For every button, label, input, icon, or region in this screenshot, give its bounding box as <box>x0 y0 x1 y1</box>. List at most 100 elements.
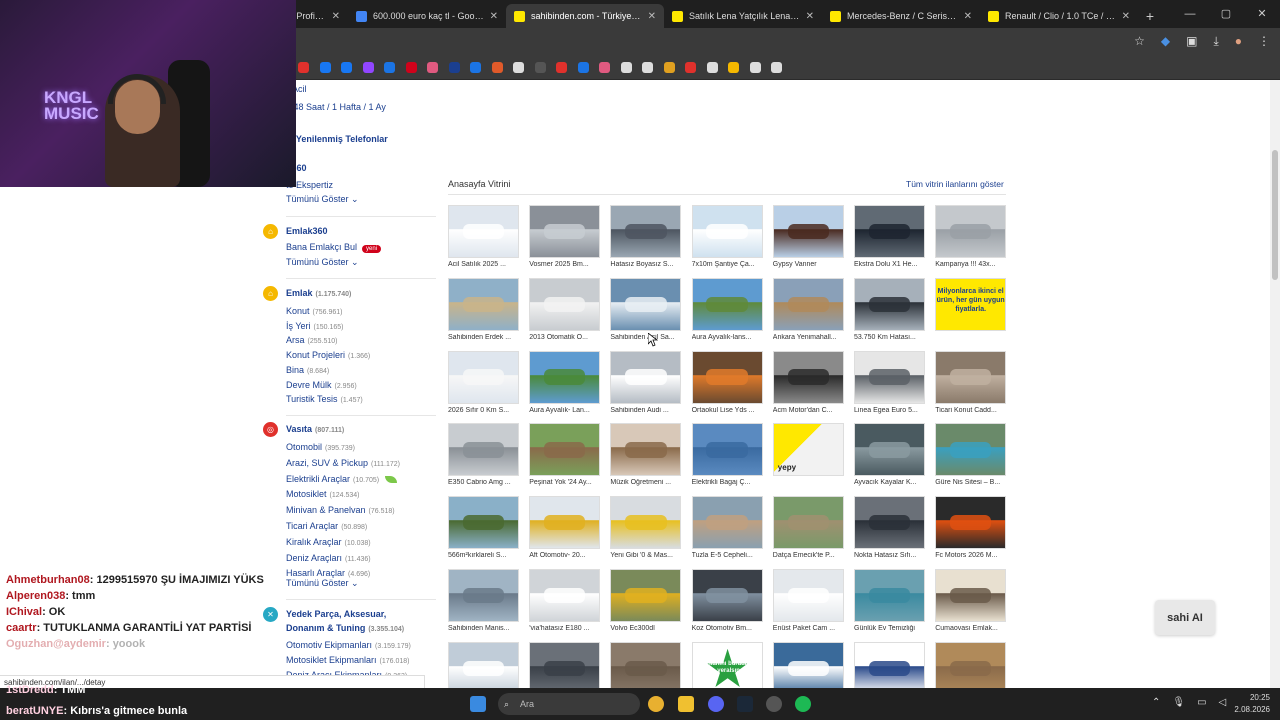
showcase-listing[interactable]: Fc Motors 2026 M... <box>935 496 1007 562</box>
listing-title[interactable]: Linea Egea Euro 5... <box>854 407 925 414</box>
close-tab-icon[interactable]: ✕ <box>648 11 656 22</box>
listing-title[interactable]: Aura Ayvalık- Lan... <box>529 407 600 414</box>
listing-title[interactable]: Ayvacık Kayalar K... <box>854 479 925 486</box>
showcase-listing[interactable]: Hatasız Boyasız S... <box>610 205 682 271</box>
page-scrollbar[interactable] <box>1270 80 1280 688</box>
bookmark-favicon-icon[interactable] <box>362 62 374 73</box>
volume-icon[interactable]: ◁ <box>1219 697 1227 708</box>
bookmark-favicon-icon[interactable] <box>599 62 610 73</box>
sidebar-subcategory[interactable]: Hasarlı Araçlar (4.696) <box>286 568 370 578</box>
close-tab-icon[interactable]: ✕ <box>964 11 972 22</box>
showcase-listing[interactable]: Yeni Gibi '0 & Mas... <box>610 496 682 562</box>
new-tab-button[interactable]: + <box>1138 8 1162 24</box>
bookmark-favicon-icon[interactable] <box>534 62 546 73</box>
listing-title[interactable]: 53.750 Km Hatası... <box>854 334 925 341</box>
showcase-listing[interactable]: Ankara Yenimahall... <box>772 277 844 344</box>
showcase-listing[interactable]: Tuzla E-5 Cepheli... <box>691 496 763 562</box>
listing-title[interactable]: Acil Satılık 2025 ... <box>448 261 519 268</box>
sidebar-subcategory[interactable]: Kiralık Araçlar (10.038) <box>286 537 371 547</box>
showcase-listing[interactable] <box>610 641 682 688</box>
listing-title[interactable]: Datça Emecik'te P... <box>773 552 844 559</box>
close-tab-icon[interactable]: ✕ <box>490 11 498 22</box>
listing-title[interactable]: 'via'hatasız E180 ... <box>529 625 600 632</box>
sidebar-subcategory[interactable]: Arsa (255.510) <box>286 335 337 345</box>
listing-title[interactable]: Elektrikli Bagaj Ç... <box>692 479 763 486</box>
showcase-listing[interactable]: Datça Emecik'te P... <box>772 496 844 562</box>
showcase-listing[interactable]: Elektrikli Bagaj Ç... <box>691 423 763 489</box>
bookmark-favicon-icon[interactable] <box>341 62 352 73</box>
network-icon[interactable]: ▭ <box>1197 697 1206 708</box>
listing-title[interactable]: Güre Nis Sitesi – B... <box>935 479 1006 486</box>
listing-title[interactable]: Acm Motor'dan C... <box>773 407 844 414</box>
bookmark-favicon-icon[interactable] <box>685 62 696 73</box>
showcase-listing[interactable]: E350 Cabrio Amg ... <box>448 423 519 489</box>
bookmark-favicon-icon[interactable] <box>642 62 653 73</box>
showcase-listing[interactable]: Aura Ayvalık-lans... <box>691 277 763 344</box>
showcase-all-link[interactable]: Tüm vitrin ilanlarını göster <box>906 179 1004 189</box>
bookmark-favicon-icon[interactable] <box>620 62 632 73</box>
bookmark-favicon-icon[interactable] <box>513 62 524 73</box>
sahi-ai-button[interactable]: sahi AI <box>1155 600 1215 635</box>
bookmark-favicon-icon[interactable] <box>577 62 589 73</box>
listing-title[interactable]: Sahibinden Erdek ... <box>448 334 519 341</box>
clock[interactable]: 20:25 2.08.2026 <box>1234 692 1270 716</box>
sidebar-subcategory[interactable]: Ticari Araçlar (50.898) <box>286 521 367 531</box>
extension-icon[interactable]: ◆ <box>1161 34 1170 49</box>
close-tab-icon[interactable]: ✕ <box>332 11 340 22</box>
bookmark-favicon-icon[interactable] <box>728 62 739 73</box>
listing-title[interactable]: 566m²kırklareli S... <box>448 552 519 559</box>
showcase-listing[interactable]: Ortaokul Lise Yds ... <box>691 350 763 417</box>
listing-title[interactable]: Yeni Gibi '0 & Mas... <box>610 552 681 559</box>
showcase-listing[interactable]: 2026 Sıfır 0 Km S... <box>448 350 519 417</box>
showcase-listing[interactable]: ilanını burada yeralsın <box>691 641 763 688</box>
showcase-listing[interactable]: 53.750 Km Hatası... <box>854 277 925 344</box>
listing-title[interactable]: Gypsy Vanner <box>773 261 844 268</box>
sidebar-link-emlakci-bul[interactable]: Bana Emlakçı Bul yeni <box>286 242 382 253</box>
bookmark-favicon-icon[interactable] <box>556 62 567 73</box>
showcase-listing[interactable]: Milyonlarca ikinci el ürün, her gün uygu… <box>935 277 1007 344</box>
listing-title[interactable]: 7x10m Şantiye Ça... <box>692 261 763 268</box>
chevron-up-icon[interactable]: ⌃ <box>1152 697 1160 708</box>
sidebar-subcategory[interactable]: Otomobil (395.739) <box>286 442 355 452</box>
sidebar-subcategory[interactable]: Turistik Tesis (1.457) <box>286 394 363 404</box>
listing-title[interactable]: Hatasız Boyasız S... <box>610 261 681 268</box>
showcase-listing[interactable]: yepy <box>772 423 844 489</box>
sidebar-subcategory[interactable]: Elektrikli Araçlar (10.705) <box>286 474 398 484</box>
sidebar-subcategory[interactable]: Deniz Araçları (11.436) <box>286 553 371 563</box>
sidebar-subcategory[interactable]: Devre Mülk (2.956) <box>286 380 357 390</box>
spotify-icon[interactable] <box>795 696 811 712</box>
sidebar-subcategory[interactable]: İş Yeri (150.165) <box>286 321 344 331</box>
bookmark-favicon-icon[interactable] <box>405 62 417 73</box>
showcase-listing[interactable]: Sahibinden Erdek ... <box>448 277 519 344</box>
sidebar-subcategory[interactable]: Konut Projeleri (1.366) <box>286 350 370 360</box>
showcase-listing[interactable]: Sahibinden Audi ... <box>610 350 682 417</box>
browser-menu-icon[interactable]: ⋮ <box>1258 34 1270 49</box>
listing-title[interactable]: Peşinat Yok '24 Ay... <box>529 479 600 486</box>
showcase-listing[interactable] <box>448 641 519 688</box>
listing-title[interactable]: Ekstra Dolu X1 He... <box>854 261 925 268</box>
showcase-listing[interactable]: Gypsy Vanner <box>772 205 844 271</box>
bookmark-favicon-icon[interactable] <box>491 62 503 73</box>
bookmark-favicon-icon[interactable] <box>771 62 782 73</box>
listing-title[interactable]: Fc Motors 2026 M... <box>935 552 1006 559</box>
bookmark-favicon-icon[interactable] <box>470 62 481 73</box>
bookmark-star-icon[interactable]: ☆ <box>1134 34 1145 49</box>
showcase-listing[interactable] <box>935 641 1007 688</box>
bookmark-favicon-icon[interactable] <box>706 62 718 73</box>
taskbar-search[interactable]: ⌕ Ara <box>498 693 640 715</box>
microphone-icon[interactable]: 🎙 <box>1172 697 1185 708</box>
profile-avatar[interactable]: ● <box>1235 34 1242 49</box>
showcase-listing[interactable]: Peşinat Yok '24 Ay... <box>529 423 601 489</box>
sidebar-subcategory[interactable]: Bina (8.684) <box>286 365 329 375</box>
browser-tab[interactable]: Satılık Lena Yatçılık Lena 52 Mo ✕ <box>664 4 822 28</box>
listing-title[interactable]: Nokta Hatasız Sıfı... <box>854 552 925 559</box>
listing-title[interactable]: Sahibinden Audi ... <box>610 407 681 414</box>
file-explorer-icon[interactable] <box>678 696 694 712</box>
sidebar-subcategory[interactable]: Motosiklet Ekipmanları (176.018) <box>286 655 410 665</box>
listing-title[interactable]: Aft Otomotiv- 20... <box>529 552 600 559</box>
close-tab-icon[interactable]: ✕ <box>1122 11 1130 22</box>
steam-icon[interactable] <box>737 696 753 712</box>
showcase-listing[interactable]: 566m²kırklareli S... <box>448 496 519 562</box>
browser-tab[interactable]: 600.000 euro kaç tl - Google'da ✕ <box>348 4 506 28</box>
showcase-listing[interactable]: Koz Otomotiv Bm... <box>691 569 763 635</box>
